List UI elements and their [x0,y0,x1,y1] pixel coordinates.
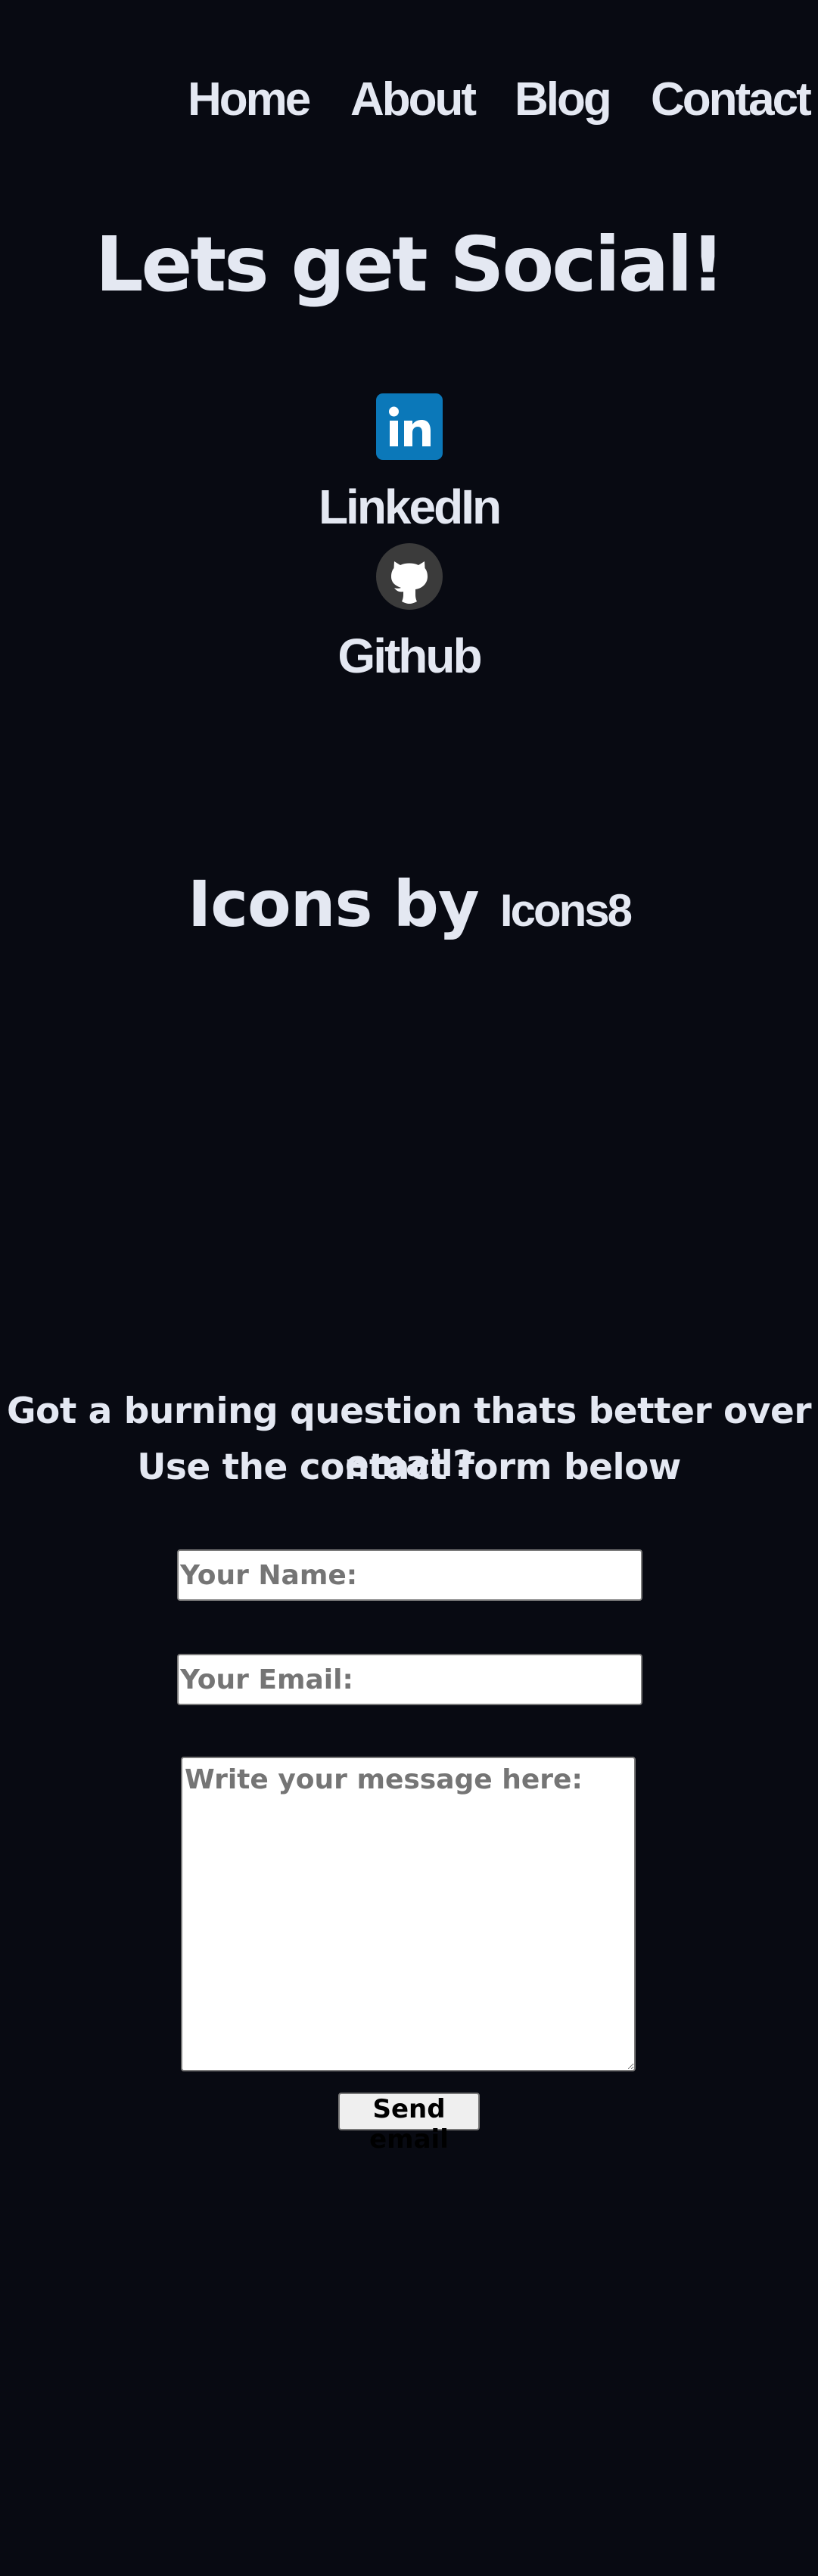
nav-blog-link[interactable]: Blog [515,70,612,130]
nav-contact-link[interactable]: Contact [651,70,812,130]
github-link[interactable]: Github [0,628,818,684]
github-icon[interactable] [376,543,443,610]
linkedin-icon[interactable] [376,393,443,460]
nav-about-link[interactable]: About [350,70,477,130]
email-input[interactable] [177,1654,642,1705]
message-textarea[interactable] [181,1757,636,2071]
page-title: Lets get Social! [95,220,725,309]
icons-credit: Icons by Icons8 [0,862,818,952]
contact-subprompt: Use the contact form below [137,1446,681,1488]
main-nav: Home About Blog Contact [0,70,818,130]
name-input[interactable] [177,1549,642,1601]
icons8-link[interactable]: Icons8 [500,885,633,936]
linkedin-link[interactable]: LinkedIn [0,479,818,535]
nav-home-link[interactable]: Home [188,70,311,130]
credit-prefix: Icons by [187,867,480,941]
send-email-button[interactable]: Send email [338,2093,480,2155]
